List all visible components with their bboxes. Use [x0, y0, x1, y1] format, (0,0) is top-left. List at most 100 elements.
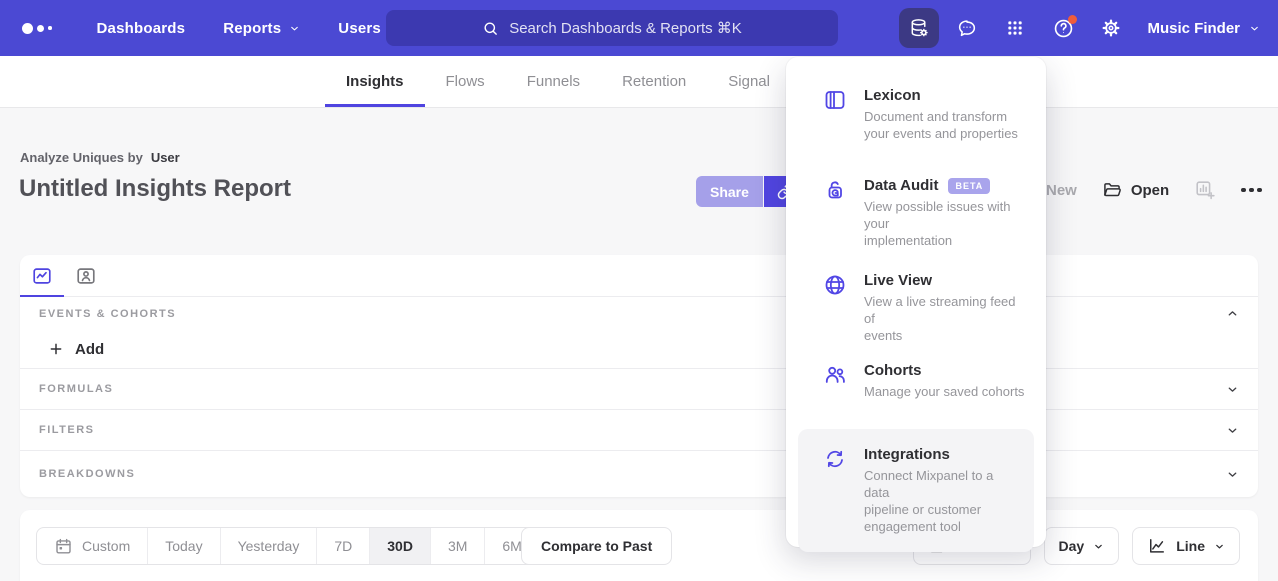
lexicon-book-icon	[823, 87, 847, 142]
mixpanel-logo[interactable]	[22, 23, 52, 34]
menu-item-title: Live View	[864, 272, 932, 289]
chevron-down-icon[interactable]	[1226, 383, 1239, 396]
new-report-button[interactable]: New	[1046, 182, 1077, 199]
menu-item-desc: Manage your saved cohorts	[864, 383, 1024, 400]
menu-item-title: Lexicon	[864, 87, 921, 104]
data-management-dropdown: Lexicon Document and transform your even…	[786, 57, 1046, 547]
nav-item-label: Reports	[223, 20, 281, 37]
open-report-button[interactable]: Open	[1102, 180, 1169, 200]
tab-signal[interactable]: Signal	[707, 56, 791, 107]
open-label: Open	[1131, 182, 1169, 199]
plus-icon	[48, 341, 64, 357]
menu-item-cohorts[interactable]: Cohorts Manage your saved cohorts	[786, 362, 1046, 400]
date-range-segmented-control: Custom Today Yesterday 7D 30D 3M 6M 12M	[36, 527, 602, 565]
page-title[interactable]: Untitled Insights Report	[19, 175, 291, 203]
range-label: 7D	[334, 538, 352, 554]
menu-item-text: Live View View a live streaming feed of …	[864, 272, 1028, 344]
report-context: Analyze Uniques by User	[20, 150, 180, 165]
grid-dots-icon	[1005, 18, 1025, 38]
interval-value: Day	[1059, 538, 1085, 554]
search-input[interactable]: Search Dashboards & Reports ⌘K	[386, 10, 838, 46]
tab-label: Insights	[346, 73, 404, 90]
range-label: 3M	[448, 538, 467, 554]
database-gear-icon	[908, 17, 930, 39]
user-profile-icon	[75, 265, 97, 287]
events-cohorts-label: EVENTS & COHORTS	[39, 308, 176, 320]
menu-item-desc: Document and transform your events and p…	[864, 108, 1018, 142]
menu-item-title: Integrations	[864, 446, 950, 463]
chart-type-dropdown[interactable]: Line	[1132, 527, 1240, 565]
add-to-dashboard-icon[interactable]	[1194, 179, 1216, 201]
compare-to-past-button[interactable]: Compare to Past	[521, 527, 672, 565]
line-chart-type-icon	[1147, 536, 1167, 556]
menu-item-text: Data Audit BETA View possible issues wit…	[864, 177, 1028, 249]
context-entity[interactable]: User	[151, 150, 180, 165]
tab-user-profiles[interactable]	[64, 255, 108, 296]
menu-item-title: Data Audit	[864, 177, 938, 194]
tab-events-chart[interactable]	[20, 255, 64, 296]
range-30d[interactable]: 30D	[370, 528, 431, 564]
data-audit-lock-icon	[823, 177, 847, 249]
menu-item-integrations[interactable]: Integrations Connect Mixpanel to a data …	[798, 429, 1034, 552]
filters-section[interactable]: FILTERS	[20, 409, 1258, 450]
tab-funnels[interactable]: Funnels	[506, 56, 601, 107]
formulas-section[interactable]: FORMULAS	[20, 368, 1258, 409]
menu-item-text: Integrations Connect Mixpanel to a data …	[864, 446, 1020, 535]
interval-dropdown[interactable]: Day	[1044, 527, 1120, 565]
apps-grid-button[interactable]	[995, 8, 1035, 48]
range-label: 30D	[387, 538, 413, 554]
integrations-sync-icon	[823, 446, 847, 535]
nav-item-reports[interactable]: Reports	[204, 0, 319, 56]
calendar-icon	[54, 537, 73, 556]
line-chart-icon	[31, 265, 53, 287]
range-yesterday[interactable]: Yesterday	[221, 528, 318, 564]
tab-label: Retention	[622, 73, 686, 90]
project-name: Music Finder	[1147, 20, 1240, 37]
add-label: Add	[75, 341, 104, 358]
top-nav: Dashboards Reports Users Search Dashboar…	[0, 0, 1278, 56]
tab-flows[interactable]: Flows	[425, 56, 506, 107]
filters-label: FILTERS	[39, 424, 95, 436]
menu-item-data-audit[interactable]: Data Audit BETA View possible issues wit…	[786, 177, 1046, 249]
nav-item-label: Users	[338, 20, 381, 37]
time-controls-panel: Custom Today Yesterday 7D 30D 3M 6M 12M …	[20, 510, 1258, 581]
tab-retention[interactable]: Retention	[601, 56, 707, 107]
project-selector[interactable]: Music Finder	[1147, 20, 1264, 37]
context-label: Analyze Uniques by	[20, 150, 143, 165]
nav-links: Dashboards Reports Users	[78, 0, 400, 56]
range-custom[interactable]: Custom	[37, 528, 148, 564]
tab-insights[interactable]: Insights	[325, 56, 425, 107]
menu-item-desc: Connect Mixpanel to a data pipeline or c…	[864, 467, 1020, 535]
cohorts-people-icon	[823, 362, 847, 400]
nav-item-dashboards[interactable]: Dashboards	[78, 0, 205, 56]
range-7d[interactable]: 7D	[317, 528, 370, 564]
menu-item-lexicon[interactable]: Lexicon Document and transform your even…	[786, 87, 1046, 142]
range-today[interactable]: Today	[148, 528, 220, 564]
menu-item-live-view[interactable]: Live View View a live streaming feed of …	[786, 272, 1046, 344]
chevron-down-icon[interactable]	[1226, 424, 1239, 437]
chevron-up-icon[interactable]	[1226, 307, 1239, 320]
range-label: Today	[165, 538, 202, 554]
more-options-button[interactable]	[1241, 184, 1262, 197]
menu-item-desc: View a live streaming feed of events	[864, 293, 1028, 344]
query-builder-panel: EVENTS & COHORTS Add FORMULAS FILTERS BR…	[20, 255, 1258, 497]
search-icon	[482, 20, 499, 37]
notification-dot	[1068, 15, 1077, 24]
chevron-down-icon[interactable]	[1226, 468, 1239, 481]
range-3m[interactable]: 3M	[431, 528, 485, 564]
formulas-label: FORMULAS	[39, 383, 113, 395]
help-button[interactable]	[1043, 8, 1083, 48]
share-button[interactable]: Share	[696, 176, 763, 207]
tab-label: Funnels	[527, 73, 580, 90]
breakdowns-label: BREAKDOWNS	[39, 468, 135, 480]
range-label: Yesterday	[238, 538, 300, 554]
breakdowns-section[interactable]: BREAKDOWNS	[20, 450, 1258, 497]
add-event-button[interactable]: Add	[20, 330, 1258, 368]
menu-item-desc: View possible issues with your implement…	[864, 198, 1028, 249]
beta-badge: BETA	[948, 178, 990, 194]
settings-button[interactable]	[1091, 8, 1131, 48]
data-management-button[interactable]	[899, 8, 939, 48]
chevron-down-icon	[1249, 23, 1260, 34]
feedback-button[interactable]	[947, 8, 987, 48]
chevron-down-icon	[289, 23, 300, 34]
